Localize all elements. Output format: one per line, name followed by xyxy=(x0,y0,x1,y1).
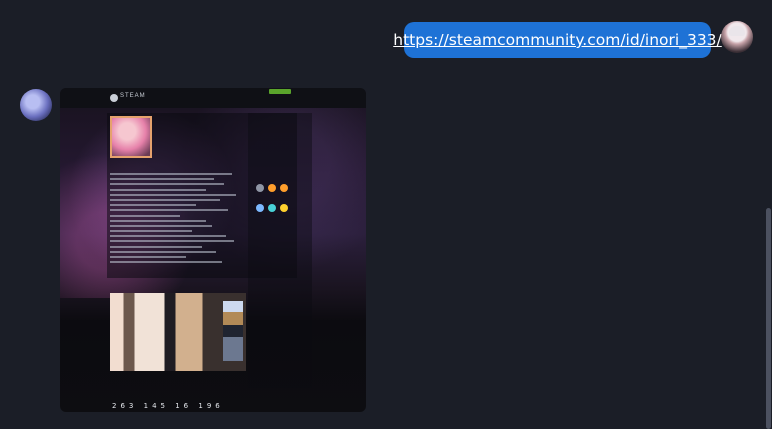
badge-row-top xyxy=(256,184,288,192)
steam-logo-icon xyxy=(110,94,118,102)
outgoing-message-bubble: https://steamcommunity.com/id/inori_333/ xyxy=(393,22,722,58)
profile-summary-lines xyxy=(110,173,245,266)
user-avatar xyxy=(721,21,753,53)
badge-icon xyxy=(268,184,276,192)
steam-brand: STEAM xyxy=(120,93,146,99)
stat-value: 16 xyxy=(175,402,193,410)
profile-avatar xyxy=(110,116,152,158)
steam-profile-screenshot[interactable]: STEAM 263 145 16 196 xyxy=(60,88,366,412)
badge-row-bottom xyxy=(256,204,288,212)
profile-sidebar xyxy=(248,113,312,388)
showcase-thumbnails xyxy=(223,301,243,361)
badge-icon xyxy=(280,204,288,212)
profile-stats: 263 145 16 196 xyxy=(112,402,224,410)
chat-scrollbar[interactable] xyxy=(764,0,772,429)
steam-navbar: STEAM xyxy=(60,88,366,108)
stat-value: 196 xyxy=(198,402,224,410)
stat-value: 145 xyxy=(143,402,169,410)
install-steam-button xyxy=(269,89,291,94)
badge-icon xyxy=(256,184,264,192)
badge-icon xyxy=(256,204,264,212)
badge-icon xyxy=(280,184,288,192)
chat-scroll-thumb[interactable] xyxy=(766,208,771,429)
assistant-avatar xyxy=(20,89,52,121)
stat-value: 263 xyxy=(112,402,138,410)
badge-icon xyxy=(268,204,276,212)
steam-profile-link[interactable]: https://steamcommunity.com/id/inori_333/ xyxy=(393,31,722,49)
